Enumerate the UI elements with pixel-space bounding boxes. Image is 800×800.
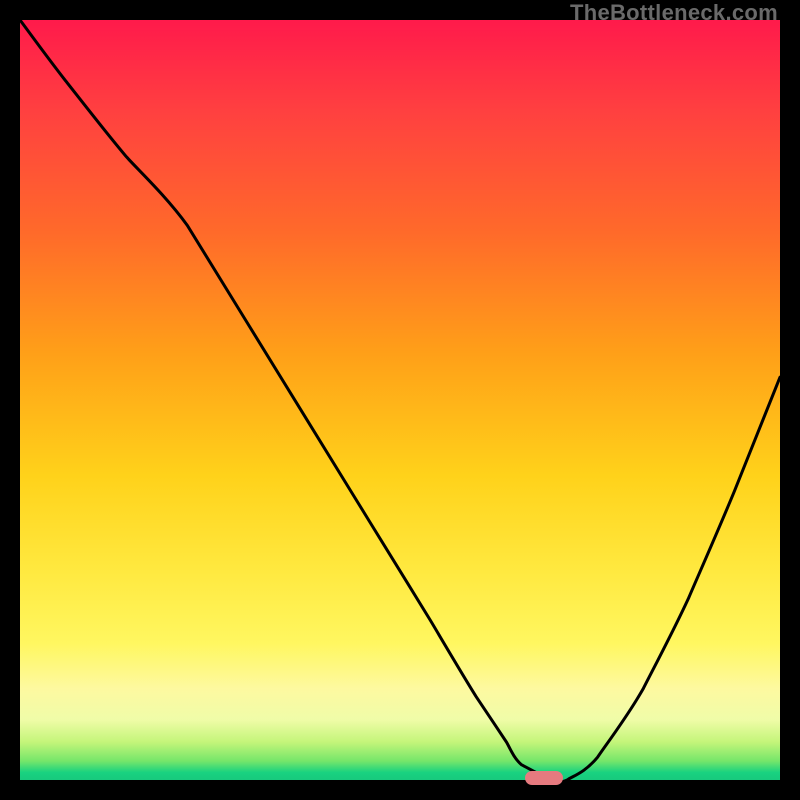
plot-area	[20, 20, 780, 780]
optimal-marker	[525, 771, 563, 785]
chart-container: TheBottleneck.com	[0, 0, 800, 800]
bottleneck-curve	[20, 20, 780, 780]
curve-path	[20, 20, 780, 780]
